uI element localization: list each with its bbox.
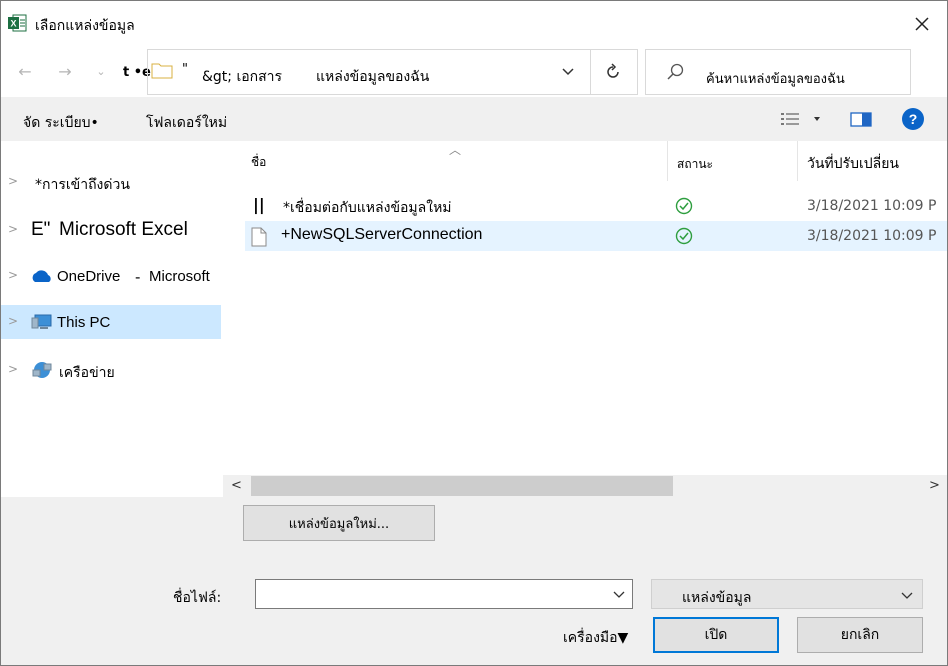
nav-label-suffix: Microsoft (149, 268, 210, 285)
new-source-button[interactable]: แหล่งข้อมูลใหม่... (243, 505, 435, 541)
svg-text:X: X (10, 19, 16, 29)
connection-file-icon-text: || (253, 195, 265, 214)
help-icon: ? (902, 108, 924, 130)
column-header-date-modified[interactable]: วันที่ปรับเปลี่ยน (807, 153, 899, 175)
title-bar: X เลือกแหล่งข้อมูล (1, 1, 947, 45)
nav-label: Microsoft Excel (59, 219, 188, 240)
filename-field[interactable] (255, 579, 633, 609)
column-header-status[interactable]: สถานะ (677, 155, 713, 174)
address-bar[interactable]: " &gt; เอกสาร แหล่งข้อมูลของฉัน (147, 49, 591, 95)
address-segment-documents[interactable]: &gt; เอกสาร (202, 66, 282, 88)
chevron-right-icon: > (7, 222, 19, 236)
open-button[interactable]: เปิด (653, 617, 779, 653)
refresh-icon (607, 63, 619, 78)
address-segment-my-data-sources[interactable]: แหล่งข้อมูลของฉัน (316, 66, 429, 88)
nav-item-onedrive[interactable]: > OneDrive - Microsoft (1, 259, 221, 293)
new-folder-button[interactable]: โฟลเดอร์ใหม่ (146, 112, 227, 134)
forward-button[interactable]: → (51, 59, 79, 83)
file-row[interactable]: || *เชื่อมต่อกับแหล่งข้อมูลใหม่ 3/18/202… (245, 191, 947, 221)
tools-button[interactable]: เครื่องมือ▼ (563, 627, 628, 649)
scroll-left-icon[interactable]: < (231, 478, 242, 493)
file-list: ︿ ชื่อ สถานะ วันที่ปรับเปลี่ยน || *เชื่อ… (223, 141, 947, 475)
chevron-down-icon (562, 68, 574, 76)
search-icon (667, 63, 684, 80)
check-circle-icon (675, 227, 693, 245)
nav-label: เครือข่าย (59, 365, 115, 381)
column-divider[interactable] (797, 141, 798, 181)
help-button[interactable]: ? (901, 107, 925, 131)
column-header-name[interactable]: ชื่อ (251, 153, 266, 172)
check-circle-icon (675, 197, 693, 215)
nav-label: This PC (57, 314, 111, 331)
chevron-down-icon: ⌄ (96, 64, 106, 78)
window-title: เลือกแหล่งข้อมูล (35, 18, 135, 34)
close-button[interactable] (899, 7, 945, 41)
nav-label: OneDrive (57, 268, 121, 285)
excel-icon: X (8, 14, 27, 32)
file-date: 3/18/2021 10:09 P (807, 228, 937, 244)
nav-item-microsoft-excel[interactable]: > E" Microsoft Excel (1, 213, 221, 247)
folder-icon (151, 63, 173, 79)
search-placeholder: ค้นหาแหล่งข้อมูลของฉัน (706, 72, 845, 87)
file-name: *เชื่อมต่อกับแหล่งข้อมูลใหม่ (283, 200, 452, 216)
network-icon (32, 362, 52, 378)
address-dropdown-button[interactable] (556, 62, 580, 82)
recent-locations-button[interactable]: ⌄ (87, 59, 115, 83)
arrow-right-icon: → (58, 61, 72, 81)
file-date: 3/18/2021 10:09 P (807, 198, 937, 214)
svg-text:?: ? (909, 111, 918, 127)
organize-button[interactable]: จัด ระเบียบ• (23, 112, 99, 134)
navigation-pane: > *การเข้าถึงด่วน > E" Microsoft Excel >… (1, 141, 223, 497)
chevron-down-icon[interactable] (612, 586, 626, 602)
back-button[interactable]: ← (11, 59, 39, 83)
nav-item-this-pc[interactable]: > This PC (1, 305, 221, 339)
dialog-footer: แหล่งข้อมูลใหม่... ชื่อไฟล์: แหล่งข้อมูล… (1, 497, 947, 665)
scrollbar-thumb[interactable] (251, 476, 673, 496)
scroll-right-icon[interactable]: > (929, 478, 940, 493)
address-separator: " (182, 62, 188, 77)
file-row[interactable]: +NewSQLServerConnection 3/18/2021 10:09 … (245, 221, 947, 251)
file-type-select[interactable]: แหล่งข้อมูล (651, 579, 923, 609)
document-icon (251, 227, 267, 247)
chevron-down-icon (901, 592, 913, 599)
preview-pane-icon (850, 112, 872, 127)
horizontal-scrollbar[interactable]: < > (223, 475, 947, 497)
nav-separator: - (135, 268, 141, 286)
arrow-left-icon: ← (18, 61, 32, 81)
filename-label: ชื่อไฟล์: (173, 590, 222, 606)
list-view-icon (781, 113, 820, 125)
file-name: +NewSQLServerConnection (281, 226, 483, 243)
chevron-right-icon: > (7, 268, 19, 282)
excel-glyph-text: E" (31, 219, 51, 240)
command-bar: จัด ระเบียบ• โฟลเดอร์ใหม่ ? (1, 97, 947, 141)
cancel-button[interactable]: ยกเลิก (797, 617, 923, 653)
sort-ascending-icon: ︿ (449, 143, 462, 157)
file-dialog: X เลือกแหล่งข้อมูล ← → ⌄ t •e " &gt; เอก… (0, 0, 948, 666)
chevron-right-icon: > (7, 314, 19, 328)
chevron-right-icon: > (7, 174, 19, 188)
onedrive-cloud-icon (32, 270, 51, 282)
close-icon (915, 17, 929, 31)
nav-item-quick-access[interactable]: > *การเข้าถึงด่วน (1, 165, 221, 199)
refresh-button[interactable] (589, 49, 638, 95)
column-divider[interactable] (667, 141, 668, 181)
address-row: ← → ⌄ t •e " &gt; เอกสาร แหล่งข้อมูลของฉ… (1, 45, 947, 97)
view-options-button[interactable] (779, 109, 825, 129)
chevron-right-icon: > (7, 362, 19, 376)
nav-item-network[interactable]: > เครือข่าย (1, 353, 221, 387)
search-box[interactable]: ค้นหาแหล่งข้อมูลของฉัน (645, 49, 911, 95)
file-type-value: แหล่งข้อมูล (682, 590, 752, 606)
nav-label: *การเข้าถึงด่วน (35, 177, 130, 193)
computer-icon (31, 314, 52, 329)
preview-pane-button[interactable] (849, 109, 873, 129)
